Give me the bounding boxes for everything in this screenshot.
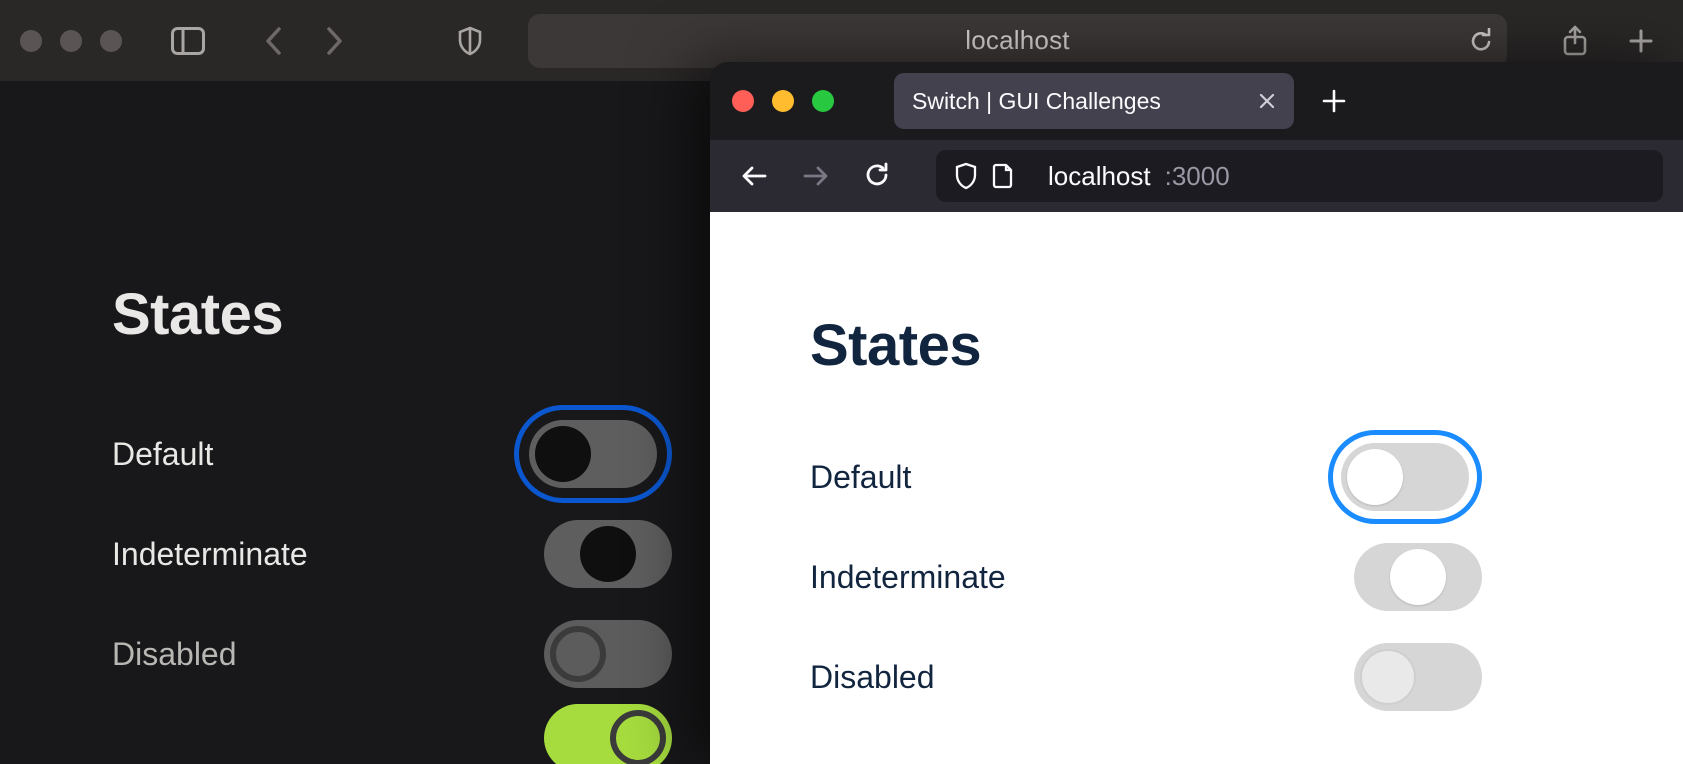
switch-default[interactable] (1341, 443, 1469, 511)
browser-tab[interactable]: Switch | GUI Challenges (894, 73, 1294, 129)
state-row-disabled: Disabled (112, 604, 672, 704)
window-close-dot[interactable] (20, 30, 42, 52)
back-button[interactable] (252, 19, 296, 63)
shield-icon[interactable] (954, 162, 978, 190)
state-row-disabled: Disabled (810, 627, 1482, 727)
window-minimize-dot[interactable] (60, 30, 82, 52)
switch-thumb (1347, 449, 1403, 505)
safari-url-text: localhost (965, 25, 1069, 56)
reload-button[interactable] (854, 152, 902, 200)
firefox-address-bar[interactable]: localhost :3000 (936, 150, 1663, 202)
state-label: Default (810, 459, 911, 496)
window-zoom-dot[interactable] (100, 30, 122, 52)
forward-button[interactable] (792, 152, 840, 200)
focus-ring (1328, 430, 1482, 524)
share-icon[interactable] (1553, 19, 1597, 63)
switch-indeterminate[interactable] (1354, 543, 1482, 611)
url-host: localhost (1048, 161, 1151, 192)
state-row-indeterminate: Indeterminate (112, 504, 672, 604)
state-row-checked-partial: x (112, 704, 672, 764)
page-icon (992, 163, 1014, 189)
forward-button[interactable] (312, 19, 356, 63)
firefox-traffic-lights (732, 90, 834, 112)
url-port: :3000 (1165, 161, 1230, 192)
state-row-default: Default (112, 404, 672, 504)
state-label: Disabled (810, 659, 935, 696)
safari-right-controls (1553, 19, 1663, 63)
switch-disabled-checked (544, 704, 672, 764)
safari-traffic-lights (20, 30, 122, 52)
window-minimize-dot[interactable] (772, 90, 794, 112)
tab-title: Switch | GUI Challenges (912, 88, 1161, 115)
switch-thumb (535, 426, 591, 482)
state-label: Default (112, 436, 213, 473)
focus-ring (514, 405, 672, 503)
switch-thumb (610, 710, 666, 764)
state-row-default: Default (810, 427, 1482, 527)
firefox-window: Switch | GUI Challenges localhost (710, 62, 1683, 764)
state-row-indeterminate: Indeterminate (810, 527, 1482, 627)
switch-thumb (1390, 549, 1446, 605)
switch-disabled (1354, 643, 1482, 711)
firefox-page-content: States Default Indeterminate Disabled (710, 212, 1683, 764)
firefox-toolbar: localhost :3000 (710, 140, 1683, 212)
switch-disabled (544, 620, 672, 688)
switch-thumb (580, 526, 636, 582)
switch-default[interactable] (529, 420, 657, 488)
sidebar-toggle-button[interactable] (166, 19, 210, 63)
state-label: Indeterminate (112, 536, 308, 573)
page-title: States (810, 312, 1583, 379)
switch-thumb (1360, 649, 1416, 705)
switch-indeterminate[interactable] (544, 520, 672, 588)
new-tab-icon[interactable] (1619, 19, 1663, 63)
switch-thumb (550, 626, 606, 682)
state-label: Indeterminate (810, 559, 1006, 596)
close-icon[interactable] (1258, 92, 1276, 110)
firefox-tabstrip: Switch | GUI Challenges (710, 62, 1683, 140)
shield-icon[interactable] (448, 19, 492, 63)
safari-address-bar[interactable]: localhost (528, 14, 1507, 68)
back-button[interactable] (730, 152, 778, 200)
window-zoom-dot[interactable] (812, 90, 834, 112)
reload-icon[interactable] (1469, 28, 1493, 54)
state-label: Disabled (112, 636, 237, 673)
window-close-dot[interactable] (732, 90, 754, 112)
new-tab-button[interactable] (1314, 81, 1354, 121)
